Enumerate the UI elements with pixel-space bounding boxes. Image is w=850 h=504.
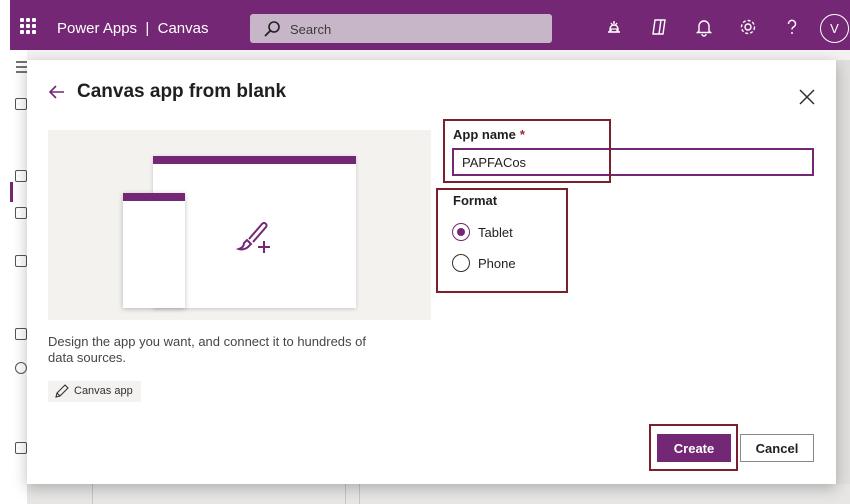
pen-icon (55, 384, 69, 398)
environment-icon[interactable] (604, 17, 624, 37)
background-list (27, 484, 850, 504)
tablet-radio[interactable] (452, 223, 470, 241)
template-preview-illustration (48, 130, 431, 320)
cancel-button[interactable]: Cancel (740, 434, 814, 462)
discover-icon[interactable] (15, 442, 27, 454)
app-name-label-text: App name (453, 127, 516, 142)
settings-icon[interactable] (738, 17, 758, 37)
close-icon[interactable] (798, 88, 816, 106)
back-arrow-icon[interactable] (47, 82, 67, 102)
create-app-dialog: Canvas app from blank Design the app you… (27, 60, 836, 484)
active-nav-indicator (10, 182, 13, 202)
app-title[interactable]: Power Apps | Canvas (57, 20, 208, 37)
dialog-title: Canvas app from blank (77, 81, 287, 102)
window-edge (0, 0, 10, 50)
app-name-input[interactable] (452, 148, 814, 176)
tablet-label: Tablet (478, 224, 513, 240)
waffle-icon[interactable] (20, 18, 36, 34)
search-placeholder: Search (290, 22, 332, 37)
background-panel (836, 60, 850, 484)
learn-icon[interactable] (15, 170, 27, 182)
format-option-phone[interactable]: Phone (452, 253, 516, 273)
format-label: Format (453, 193, 498, 208)
search-icon (264, 21, 280, 37)
app-name-label: App name * (453, 127, 525, 142)
phone-preview (123, 193, 185, 308)
apps-icon[interactable] (15, 207, 27, 219)
required-marker: * (519, 127, 525, 142)
top-bar: Power Apps | Canvas Search V (0, 0, 850, 50)
tag-label: Canvas app (74, 385, 133, 397)
phone-radio[interactable] (452, 254, 470, 272)
help-icon[interactable] (782, 17, 802, 37)
solutions-icon[interactable] (15, 328, 27, 340)
paintbrush-plus-icon (235, 222, 270, 253)
canvas-app-tag: Canvas app (48, 381, 141, 402)
tables-icon[interactable] (15, 255, 27, 267)
phone-label: Phone (478, 255, 516, 271)
create-button[interactable]: Create (657, 434, 731, 462)
left-nav-rail (0, 50, 28, 504)
home-icon[interactable] (15, 98, 27, 110)
copilot-icon[interactable] (650, 17, 670, 37)
notifications-icon[interactable] (694, 17, 714, 37)
format-option-tablet[interactable]: Tablet (452, 222, 513, 242)
search-box[interactable]: Search (250, 14, 552, 43)
avatar[interactable]: V (820, 14, 849, 43)
more-icon[interactable] (15, 362, 27, 374)
dialog-description: Design the app you want, and connect it … (48, 334, 366, 365)
